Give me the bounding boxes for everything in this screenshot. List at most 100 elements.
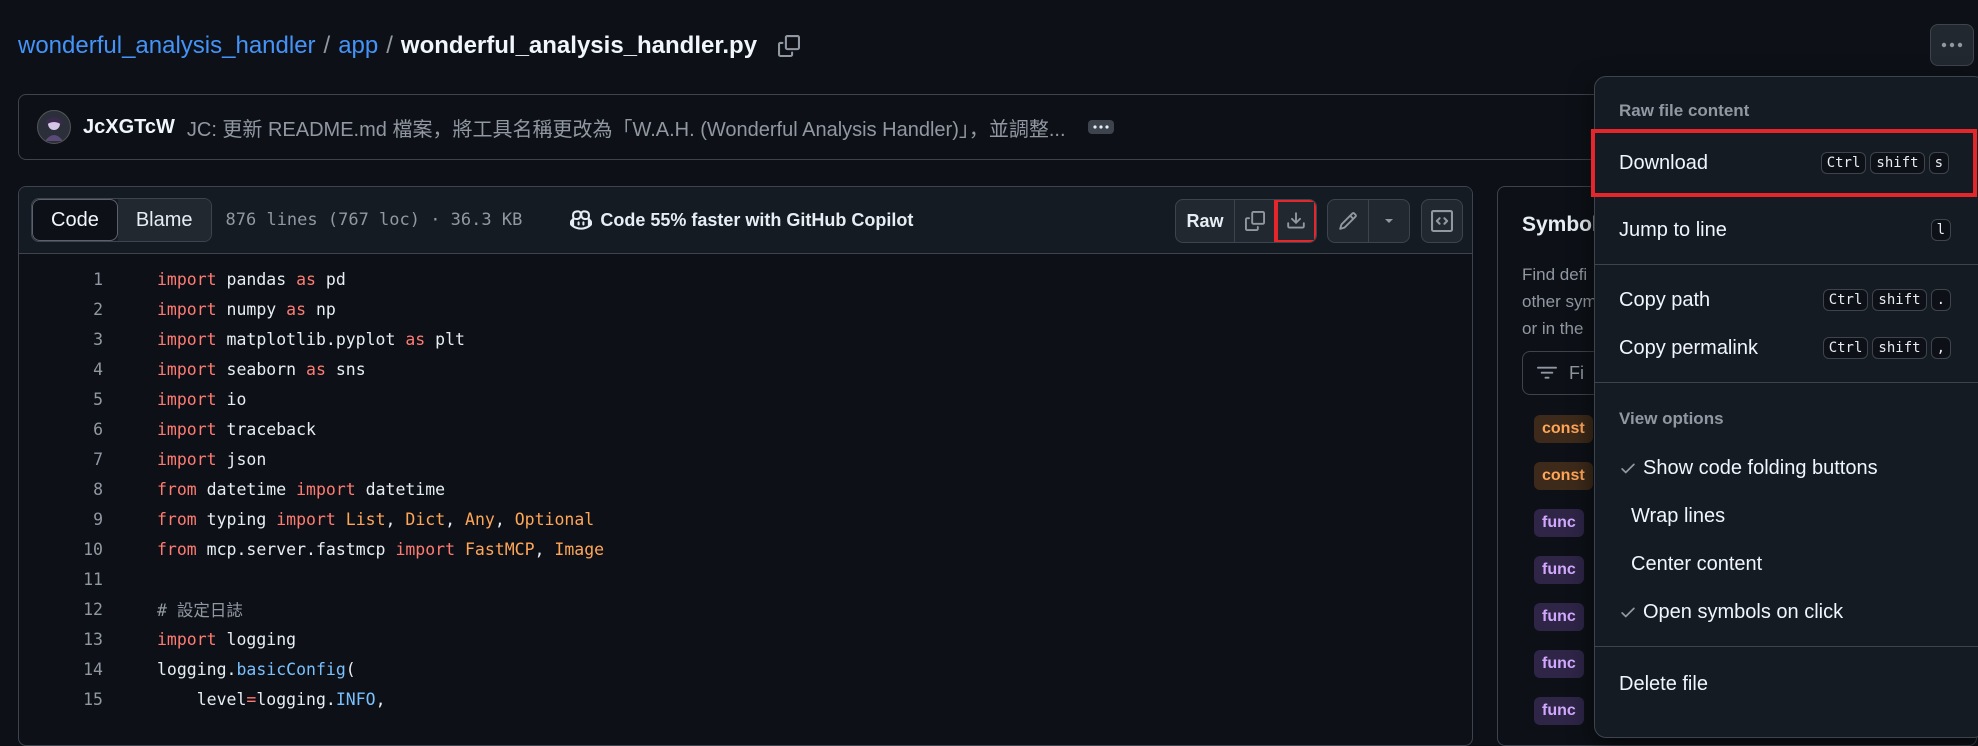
shortcut-copy-permalink: Ctrl shift , (1822, 337, 1951, 359)
symbol-kind-badge[interactable]: const (1534, 415, 1593, 443)
breadcrumb-repo-link[interactable]: wonderful_analysis_handler (18, 32, 316, 60)
avatar[interactable] (37, 110, 71, 144)
code-line[interactable]: 12 # 設定日誌 (19, 594, 1472, 624)
code-line[interactable]: 9 from typing import List, Dict, Any, Opt… (19, 504, 1472, 534)
menu-divider (1595, 646, 1978, 647)
line-number[interactable]: 13 (19, 630, 157, 649)
edit-actions-group (1327, 199, 1410, 243)
filter-icon (1537, 366, 1557, 379)
triangle-down-icon (1385, 219, 1393, 223)
line-number[interactable]: 7 (19, 450, 157, 469)
breadcrumb-folder-link[interactable]: app (338, 32, 378, 60)
line-number[interactable]: 8 (19, 480, 157, 499)
code-line[interactable]: 7 import json (19, 444, 1472, 474)
edit-file-button[interactable] (1328, 200, 1369, 242)
code-line[interactable]: 1 import pandas as pd (19, 264, 1472, 294)
commit-author-link[interactable]: JcXGTcW (83, 116, 175, 139)
more-options-menu: Raw file content Download Ctrl shift s J… (1591, 76, 1978, 738)
menu-item-download[interactable]: Download Ctrl shift s (1591, 129, 1977, 197)
file-meta: 876 lines (767 loc) · 36.3 KB (225, 210, 523, 230)
kbd-key: shift (1872, 289, 1927, 311)
pencil-icon (1339, 212, 1357, 230)
menu-item-wrap-lines[interactable]: Wrap lines (1603, 493, 1975, 539)
copy-icon (1245, 211, 1265, 231)
symbol-kind-badge[interactable]: func (1534, 509, 1584, 537)
menu-item-label: Wrap lines (1631, 504, 1726, 527)
more-options-button[interactable] (1930, 24, 1974, 66)
shortcut-download: Ctrl shift s (1820, 152, 1949, 174)
kebab-horizontal-icon (1941, 42, 1963, 48)
menu-item-delete-file[interactable]: Delete file (1603, 661, 1975, 707)
breadcrumb-separator: / (323, 32, 331, 59)
edit-options-dropdown[interactable] (1369, 200, 1409, 242)
menu-item-label: Center content (1631, 552, 1763, 575)
line-number[interactable]: 2 (19, 300, 157, 319)
kbd-key: Ctrl (1820, 152, 1867, 174)
code-line[interactable]: 2 import numpy as np (19, 294, 1472, 324)
code-line[interactable]: 15 level=logging.INFO, (19, 684, 1472, 714)
code-line[interactable]: 6 import traceback (19, 414, 1472, 444)
line-number[interactable]: 15 (19, 690, 157, 709)
breadcrumb-current-file: wonderful_analysis_handler.py (400, 32, 758, 59)
kbd-key: shift (1870, 152, 1925, 174)
menu-divider (1595, 382, 1978, 383)
menu-item-center-content[interactable]: Center content (1603, 541, 1975, 587)
check-icon (1621, 463, 1635, 474)
code-toolbar: Code Blame 876 lines (767 loc) · 36.3 KB… (19, 187, 1472, 254)
line-number[interactable]: 1 (19, 270, 157, 289)
breadcrumb-separator: / (386, 32, 393, 59)
expand-commit-message-button[interactable] (1087, 120, 1114, 134)
copy-raw-content-button[interactable] (1235, 200, 1276, 242)
line-number[interactable]: 6 (19, 420, 157, 439)
tab-code[interactable]: Code (32, 199, 118, 241)
kbd-key: Ctrl (1822, 337, 1869, 359)
menu-item-jump-to-line[interactable]: Jump to line l (1603, 207, 1975, 253)
commit-message-link[interactable]: JC: 更新 README.md 檔案，將工具名稱更改為「W.A.H. (Won… (187, 113, 1066, 142)
symbols-panel-toggle[interactable] (1422, 200, 1462, 242)
menu-item-label: Delete file (1619, 672, 1708, 695)
line-number[interactable]: 11 (19, 570, 157, 589)
line-number[interactable]: 4 (19, 360, 157, 379)
line-number[interactable]: 9 (19, 510, 157, 529)
menu-item-copy-path[interactable]: Copy path Ctrl shift . (1603, 277, 1975, 323)
copilot-promo-label: Code 55% faster with GitHub Copilot (600, 209, 914, 230)
raw-button[interactable]: Raw (1176, 200, 1235, 242)
code-line[interactable]: 4 import seaborn as sns (19, 354, 1472, 384)
line-number[interactable]: 10 (19, 540, 157, 559)
copy-path-icon[interactable] (775, 32, 803, 60)
copilot-icon (570, 210, 593, 230)
kbd-key: l (1930, 219, 1951, 241)
symbol-kind-badge[interactable]: func (1534, 650, 1584, 678)
kbd-key: s (1928, 152, 1949, 174)
code-line[interactable]: 8 from datetime import datetime (19, 474, 1472, 504)
code-line[interactable]: 14 logging.basicConfig( (19, 654, 1472, 684)
tab-blame[interactable]: Blame (117, 199, 211, 241)
line-number[interactable]: 5 (19, 390, 157, 409)
menu-item-open-symbols[interactable]: Open symbols on click (1603, 589, 1975, 635)
code-line[interactable]: 11 (19, 564, 1472, 594)
line-number[interactable]: 3 (19, 330, 157, 349)
copilot-promo-link[interactable]: Code 55% faster with GitHub Copilot (570, 209, 913, 231)
code-line[interactable]: 10 from mcp.server.fastmcp import FastMCP… (19, 534, 1472, 564)
code-line[interactable]: 13 import logging (19, 624, 1472, 654)
menu-item-copy-permalink[interactable]: Copy permalink Ctrl shift , (1603, 325, 1975, 371)
download-raw-button[interactable] (1274, 200, 1316, 242)
symbol-kind-badge[interactable]: func (1534, 697, 1584, 725)
code-viewer: Code Blame 876 lines (767 loc) · 36.3 KB… (18, 186, 1473, 746)
menu-group-raw-title: Raw file content (1619, 101, 1750, 120)
symbol-kind-badge[interactable]: func (1534, 556, 1584, 584)
symbol-kind-badge[interactable]: func (1534, 603, 1584, 631)
line-number[interactable]: 14 (19, 660, 157, 679)
code-line[interactable]: 3 import matplotlib.pyplot as plt (19, 324, 1472, 354)
menu-item-show-folding[interactable]: Show code folding buttons (1603, 445, 1975, 491)
file-actions-group: Raw (1175, 199, 1317, 243)
menu-group-view-title: View options (1619, 409, 1724, 428)
symbol-kind-badge[interactable]: const (1534, 462, 1593, 490)
menu-item-label: Copy path (1619, 288, 1711, 311)
kbd-key: shift (1872, 337, 1927, 359)
shortcut-copy-path: Ctrl shift . (1822, 289, 1951, 311)
line-number[interactable]: 12 (19, 600, 157, 619)
kbd-key: Ctrl (1822, 289, 1869, 311)
code-line[interactable]: 5 import io (19, 384, 1472, 414)
code-lines: 1 import pandas as pd 2 import numpy as np… (19, 254, 1472, 714)
